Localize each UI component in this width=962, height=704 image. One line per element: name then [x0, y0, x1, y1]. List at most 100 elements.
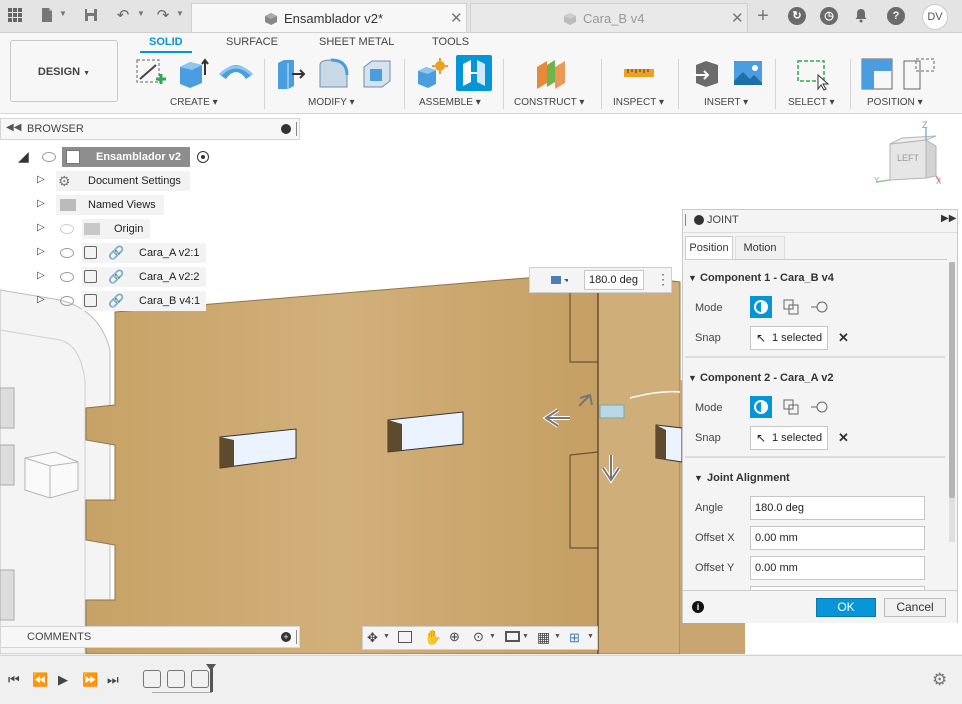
expand-icon[interactable]: ▷ — [37, 222, 45, 233]
position-group-label[interactable]: POSITION ▾ — [867, 97, 923, 108]
panel-resize-handle[interactable] — [296, 630, 297, 644]
browser-item-origin[interactable]: Origin — [82, 219, 150, 239]
press-pull-icon[interactable] — [274, 57, 306, 89]
orbit-icon[interactable]: ✥ — [367, 630, 378, 646]
mode-between-two-faces-icon[interactable] — [780, 396, 802, 418]
panel-resize-handle[interactable] — [296, 122, 297, 136]
visibility-eye-icon[interactable] — [60, 272, 74, 282]
orbit-caret-icon[interactable]: ▼ — [383, 633, 390, 640]
select-icon[interactable] — [796, 57, 830, 91]
create-sketch-icon[interactable] — [134, 57, 166, 89]
step-forward-icon[interactable]: ⏩ — [82, 672, 98, 688]
zoom-icon[interactable]: ⊕ — [449, 629, 460, 645]
drag-handle[interactable] — [685, 214, 686, 226]
timeline-feature-icon[interactable] — [167, 670, 185, 688]
redo-caret-icon[interactable]: ▼ — [176, 9, 184, 18]
measure-icon[interactable] — [622, 57, 654, 89]
help-icon[interactable]: ? — [887, 7, 905, 25]
play-icon[interactable]: ▶ — [58, 672, 68, 688]
zoom-caret-icon[interactable]: ▼ — [489, 633, 496, 640]
job-status-clock-icon[interactable]: ◷ — [820, 7, 838, 25]
tab-ensamblador[interactable]: Ensamblador v2* ✕ — [191, 3, 467, 32]
collapse-section-icon[interactable]: ▼ — [694, 473, 703, 483]
viewports-caret-icon[interactable]: ▼ — [587, 633, 594, 640]
browser-root-row[interactable]: Ensamblador v2 — [62, 147, 190, 167]
avatar[interactable]: DV — [922, 4, 948, 30]
undo-caret-icon[interactable]: ▼ — [137, 9, 145, 18]
offset-x-field[interactable]: 0.00 mm — [750, 526, 925, 550]
comments-panel-header[interactable]: COMMENTS + — [0, 626, 300, 648]
browser-header[interactable]: ◀◀ BROWSER — [0, 118, 300, 140]
inspect-group-label[interactable]: INSPECT ▾ — [613, 97, 664, 108]
browser-item-cara-b-1[interactable]: 🔗 Cara_B v4:1 — [82, 291, 206, 311]
tab-sheet-metal[interactable]: SHEET METAL — [319, 36, 394, 48]
info-icon[interactable]: i — [692, 601, 704, 613]
redo-icon[interactable]: ↷ — [154, 7, 172, 25]
look-at-icon[interactable] — [398, 631, 412, 643]
mode-two-edge-intersection-icon[interactable] — [809, 396, 831, 418]
orientation-icon[interactable] — [550, 274, 570, 289]
expand-icon[interactable]: ▷ — [37, 294, 45, 305]
visibility-eye-icon[interactable] — [60, 248, 74, 258]
dialog-header[interactable]: JOINT ▶▶ — [683, 210, 957, 233]
app-grid-icon[interactable] — [6, 7, 24, 25]
offset-y-field[interactable]: 0.00 mm — [750, 556, 925, 580]
fit-zoom-window-icon[interactable]: ⊙ — [473, 629, 484, 645]
viewports-icon[interactable]: ⊞ — [569, 630, 580, 646]
mode-two-edge-intersection-icon[interactable] — [809, 296, 831, 318]
revert-position-icon[interactable] — [902, 57, 935, 90]
joint-icon[interactable] — [456, 55, 492, 91]
view-cube[interactable]: LEFT Z Y X — [868, 120, 958, 190]
tab-position[interactable]: Position — [685, 236, 733, 260]
visibility-eye-icon[interactable] — [42, 152, 56, 162]
shell-icon[interactable] — [360, 57, 392, 89]
ok-button[interactable]: OK — [816, 598, 876, 617]
browser-item-named-views[interactable]: Named Views — [56, 195, 164, 215]
more-options-icon[interactable]: ⋮ — [656, 271, 670, 288]
go-to-start-icon[interactable]: ⏮ — [8, 672, 20, 688]
timeline-marker-head[interactable] — [206, 664, 216, 671]
timeline-feature-icon[interactable] — [143, 670, 161, 688]
new-tab-plus-icon[interactable]: + — [754, 6, 772, 26]
clear-selection-icon[interactable]: ✕ — [838, 430, 849, 446]
add-comment-icon[interactable]: + — [281, 632, 291, 642]
file-icon[interactable] — [38, 7, 56, 25]
expand-icon[interactable]: ▷ — [37, 246, 45, 257]
tab-motion[interactable]: Motion — [735, 236, 785, 260]
snap-selection-button[interactable]: ↖ 1 selected — [750, 426, 828, 450]
save-icon[interactable] — [82, 7, 100, 25]
tab-cara-b[interactable]: Cara_B v4 ✕ — [470, 3, 748, 32]
fillet-icon[interactable] — [317, 57, 349, 89]
expand-icon[interactable]: ▷ — [37, 270, 45, 281]
browser-pin-icon[interactable] — [281, 124, 291, 134]
mode-between-two-faces-icon[interactable] — [780, 296, 802, 318]
timeline-settings-gear-icon[interactable]: ⚙ — [932, 670, 947, 690]
angle-field[interactable]: 180.0 deg — [750, 496, 925, 520]
expand-icon[interactable]: ▷ — [37, 174, 45, 185]
hidden-eye-icon[interactable] — [60, 224, 74, 234]
timeline-feature-icon[interactable] — [191, 670, 209, 688]
notifications-bell-icon[interactable] — [852, 7, 870, 25]
visibility-eye-icon[interactable] — [60, 296, 74, 306]
grid-caret-icon[interactable]: ▼ — [554, 633, 561, 640]
browser-item-document-settings[interactable]: ⚙ Document Settings — [56, 171, 190, 191]
insert-derive-icon[interactable] — [690, 57, 722, 89]
cancel-button[interactable]: Cancel — [884, 598, 946, 617]
snap-selection-button[interactable]: ↖ 1 selected — [750, 326, 828, 350]
grid-icon[interactable]: ▦ — [537, 629, 550, 646]
assemble-group-label[interactable]: ASSEMBLE ▾ — [419, 97, 481, 108]
browser-item-cara-a-1[interactable]: 🔗 Cara_A v2:1 — [82, 243, 206, 263]
angle-manipulator-input[interactable]: 180.0 deg — [584, 270, 644, 290]
scrollbar-thumb[interactable] — [949, 262, 955, 498]
insert-group-label[interactable]: INSERT ▾ — [704, 97, 748, 108]
go-to-end-icon[interactable]: ⏭ — [107, 672, 119, 688]
step-back-icon[interactable]: ⏪ — [32, 672, 48, 688]
close-tab-icon[interactable]: ✕ — [731, 9, 744, 27]
expand-dialog-icon[interactable]: ▶▶ — [941, 213, 956, 224]
collapse-section-icon[interactable]: ▼ — [688, 273, 697, 283]
construct-group-label[interactable]: CONSTRUCT ▾ — [514, 97, 584, 108]
new-component-icon[interactable] — [414, 57, 448, 89]
close-tab-icon[interactable]: ✕ — [450, 9, 463, 27]
modify-group-label[interactable]: MODIFY ▾ — [308, 97, 355, 108]
collapse-section-icon[interactable]: ▼ — [688, 373, 697, 383]
